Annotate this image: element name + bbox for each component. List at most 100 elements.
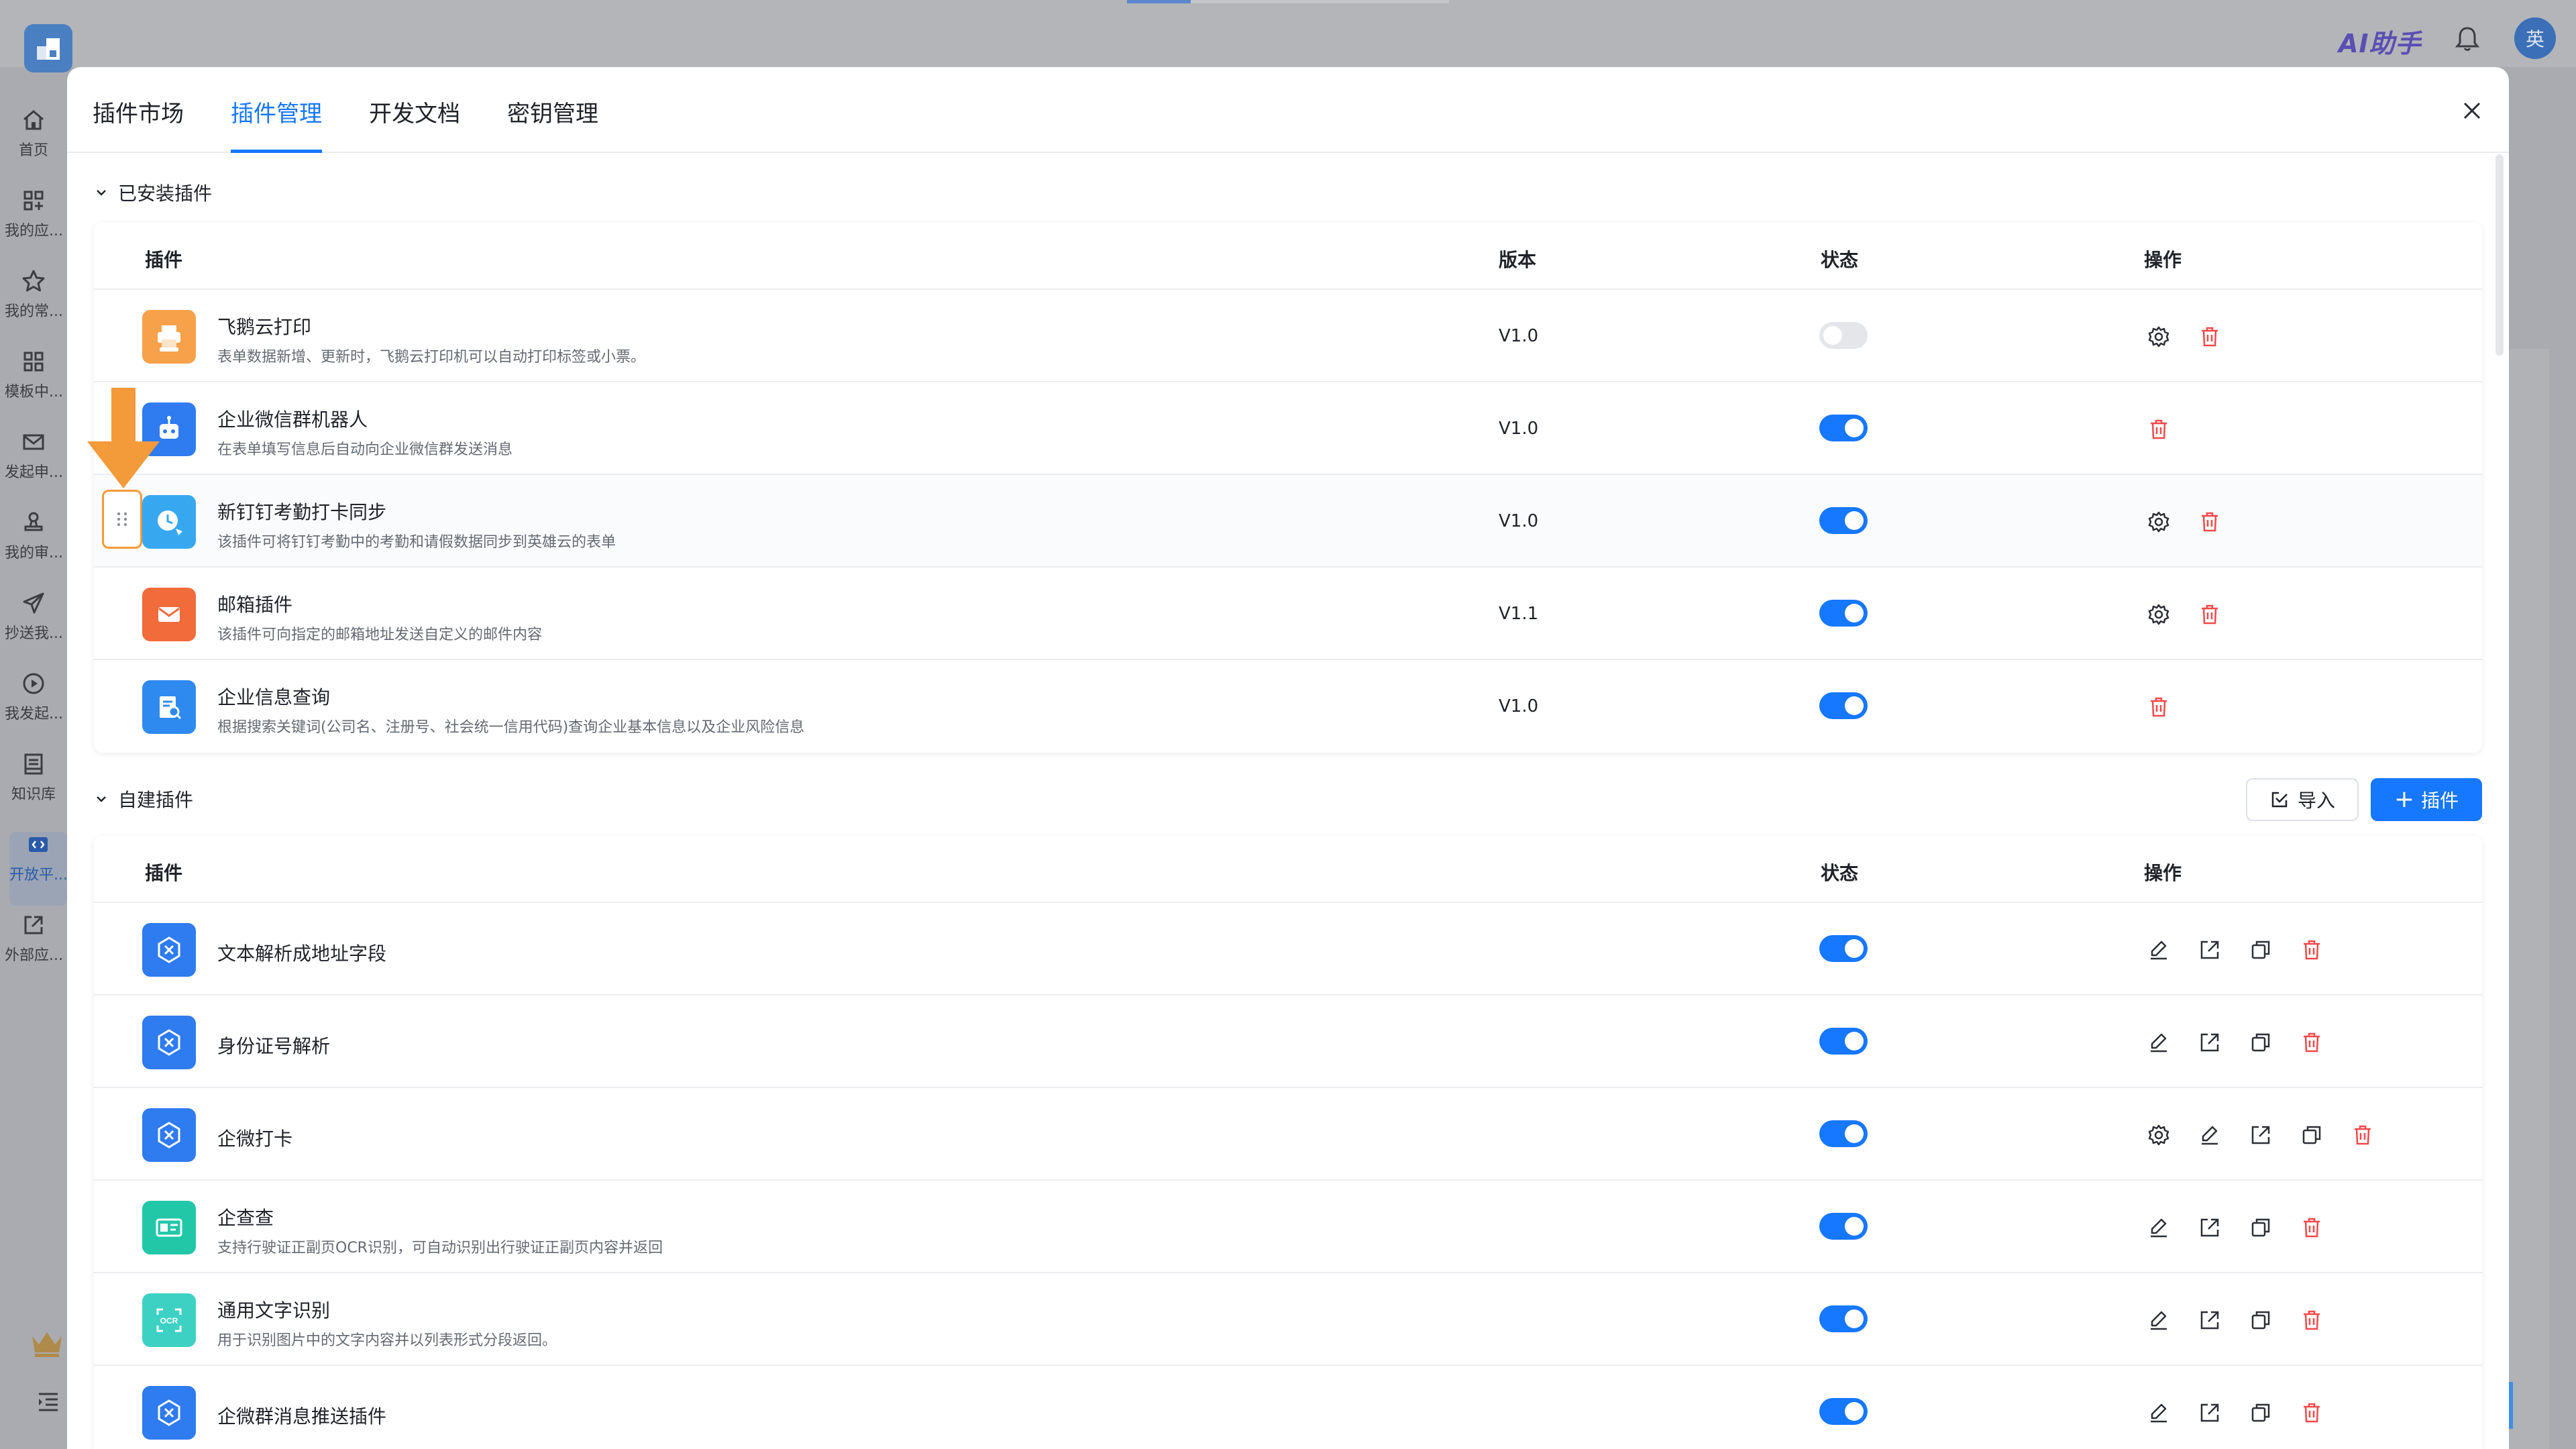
copy-button[interactable] (2300, 1123, 2324, 1147)
company-search-icon (142, 680, 196, 734)
sidebar-item-approvals[interactable]: 我的审... (0, 510, 67, 584)
sidebar-item-open-platform[interactable]: 开放平... (9, 832, 67, 906)
envelope-icon (142, 588, 196, 641)
plugin-icon (142, 923, 196, 977)
delete-button[interactable] (2300, 1030, 2324, 1055)
sidebar-item-templates[interactable]: 模板中... (0, 349, 67, 423)
copy-button[interactable] (2249, 1216, 2273, 1240)
table-row: 企业微信群机器人 在表单填写信息后自动向企业微信群发送消息 V1.0 (94, 382, 2482, 475)
delete-button[interactable] (2300, 1308, 2324, 1332)
logo-icon (37, 38, 60, 60)
delete-button[interactable] (2300, 938, 2324, 962)
export-button[interactable] (2198, 1308, 2222, 1332)
sidebar-item-external[interactable]: 外部应... (0, 912, 67, 986)
delete-button[interactable] (2300, 1216, 2324, 1240)
settings-button[interactable] (2147, 1123, 2171, 1147)
trash-icon (2355, 1125, 2371, 1145)
home-icon (23, 110, 44, 130)
edit-button[interactable] (2147, 1216, 2171, 1240)
installed-section-header[interactable]: 已安装插件 (94, 176, 212, 209)
trash-icon (2304, 1310, 2320, 1330)
delete-button[interactable] (2351, 1123, 2375, 1147)
export-button[interactable] (2198, 1030, 2222, 1055)
copy-button[interactable] (2249, 938, 2273, 962)
edit-button[interactable] (2198, 1123, 2222, 1147)
export-button[interactable] (2198, 1401, 2222, 1425)
copy-button[interactable] (2249, 1308, 2273, 1332)
delete-button[interactable] (2147, 417, 2171, 441)
status-toggle[interactable] (1819, 507, 1868, 534)
clock-icon (142, 495, 196, 549)
tab-plugin-management[interactable]: 插件管理 (231, 95, 322, 153)
avatar[interactable]: 英 (2514, 17, 2556, 59)
drag-handle[interactable] (102, 490, 142, 549)
status-toggle[interactable] (1819, 1398, 1868, 1425)
sidebar-item-my-apps[interactable]: 我的应... (0, 188, 67, 262)
delete-button[interactable] (2198, 510, 2222, 534)
table-row: 身份证号解析 (94, 996, 2482, 1088)
copy-icon (2251, 1403, 2270, 1422)
trash-icon (2304, 940, 2320, 960)
status-toggle[interactable] (1819, 322, 1868, 349)
tab-key-management[interactable]: 密钥管理 (507, 95, 598, 153)
close-button[interactable] (2455, 94, 2489, 127)
app-logo[interactable] (24, 24, 72, 72)
tab-dev-docs[interactable]: 开发文档 (369, 95, 460, 153)
sidebar-item-home[interactable]: 首页 (0, 107, 67, 181)
edit-button[interactable] (2147, 938, 2171, 962)
scrollbar[interactable] (2496, 154, 2504, 356)
trash-icon (2151, 419, 2167, 439)
plugin-icon (142, 1016, 196, 1069)
background-panel (2509, 349, 2549, 1449)
delete-button[interactable] (2147, 695, 2171, 719)
edit-button[interactable] (2147, 1030, 2171, 1055)
export-button[interactable] (2198, 938, 2222, 962)
sidebar-item-apply[interactable]: 发起申... (0, 429, 67, 503)
ai-helper-button[interactable]: AI助手 (2339, 23, 2422, 60)
trash-icon (2202, 327, 2218, 347)
export-button[interactable] (2198, 1216, 2222, 1240)
drag-dots-icon (117, 512, 127, 527)
table-row: 企业信息查询 根据搜索关键词(公司名、注册号、社会统一信用代码)查询企业基本信息… (94, 660, 2482, 753)
delete-button[interactable] (2198, 325, 2222, 349)
sidebar-item-favorites[interactable]: 我的常... (0, 268, 67, 342)
custom-plugins-table: 插件 状态 操作 文本解析成地址字段 身份证号解析 企微打卡 企查查 支持行驶证… (94, 836, 2482, 1449)
status-toggle[interactable] (1819, 600, 1868, 627)
add-plugin-button[interactable]: + 插件 (2371, 778, 2482, 821)
delete-button[interactable] (2198, 602, 2222, 627)
sidebar-item-cc[interactable]: 抄送我... (0, 590, 67, 664)
settings-button[interactable] (2147, 602, 2171, 627)
settings-button[interactable] (2147, 510, 2171, 534)
bell-icon[interactable] (2453, 24, 2482, 54)
edit-icon (2151, 1403, 2167, 1423)
export-icon (2200, 1403, 2219, 1422)
copy-button[interactable] (2249, 1030, 2273, 1055)
plugin-modal: 插件市场 插件管理 开发文档 密钥管理 已安装插件 插件 版本 状态 操作 飞鹅… (67, 67, 2509, 1449)
edit-button[interactable] (2147, 1308, 2171, 1332)
collapse-menu-icon[interactable] (35, 1389, 62, 1415)
status-toggle[interactable] (1819, 1213, 1868, 1240)
installed-plugins-table: 插件 版本 状态 操作 飞鹅云打印 表单数据新增、更新时，飞鹅云打印机可以自动打… (94, 223, 2482, 753)
sidebar-item-knowledge[interactable]: 知识库 (0, 751, 67, 825)
status-toggle[interactable] (1819, 1028, 1868, 1055)
settings-button[interactable] (2147, 325, 2171, 349)
copy-button[interactable] (2249, 1401, 2273, 1425)
status-toggle[interactable] (1819, 935, 1868, 962)
delete-button[interactable] (2300, 1401, 2324, 1425)
tab-plugin-market[interactable]: 插件市场 (93, 95, 184, 153)
status-toggle[interactable] (1819, 692, 1868, 719)
import-button[interactable]: 导入 (2246, 778, 2359, 821)
status-toggle[interactable] (1819, 1120, 1868, 1147)
edit-button[interactable] (2147, 1401, 2171, 1425)
export-icon (2200, 941, 2219, 959)
custom-section-header[interactable]: 自建插件 (94, 782, 193, 816)
status-toggle[interactable] (1819, 415, 1868, 441)
status-toggle[interactable] (1819, 1305, 1868, 1332)
sidebar-item-initiated[interactable]: 我发起... (0, 671, 67, 745)
gear-icon (2148, 604, 2169, 625)
trash-icon (2304, 1218, 2320, 1238)
crown-icon[interactable] (30, 1328, 64, 1358)
copy-icon (2302, 1126, 2321, 1144)
export-icon (2200, 1033, 2219, 1052)
export-button[interactable] (2249, 1123, 2273, 1147)
